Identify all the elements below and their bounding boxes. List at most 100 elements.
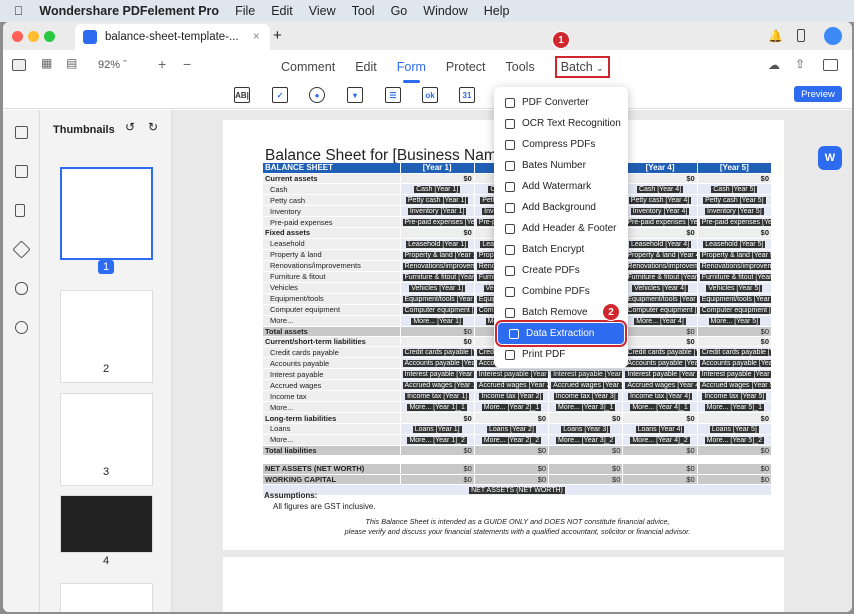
- dropdown-icon[interactable]: ▾: [347, 87, 363, 103]
- form-field[interactable]: More... [Year 2]_2: [481, 436, 542, 444]
- form-field[interactable]: More... [Year 4]: [634, 317, 686, 325]
- form-field[interactable]: More... [Year 4]_1: [630, 404, 690, 412]
- zoom-window-button[interactable]: [44, 31, 55, 42]
- menu-item-ocr-text-recognition[interactable]: OCR Text Recognition: [494, 113, 628, 134]
- form-field[interactable]: Accounts payable [Year 4]: [625, 360, 697, 368]
- menu-go[interactable]: Go: [391, 4, 408, 18]
- form-field[interactable]: More... [Year 2]_1: [481, 404, 542, 412]
- document-tab[interactable]: balance-sheet-template-... ×: [75, 24, 270, 50]
- form-field[interactable]: Accrued wages [Year 4]: [625, 382, 697, 390]
- thumbnail-page-5[interactable]: [60, 583, 153, 612]
- form-field[interactable]: Furniture & fitout [Year 4]: [625, 273, 697, 281]
- apple-icon[interactable]: : [14, 4, 23, 18]
- form-field[interactable]: Accrued wages [Year 5]: [699, 382, 771, 390]
- avatar[interactable]: [824, 27, 842, 45]
- thumbnail-page-4[interactable]: [60, 495, 153, 553]
- menu-item-batch-encrypt[interactable]: Batch Encrypt: [494, 239, 628, 260]
- share-icon[interactable]: ⇧: [795, 57, 805, 71]
- form-field[interactable]: More... [Year 5]_1: [704, 404, 765, 412]
- form-field[interactable]: Credit cards payable [Year 5]: [699, 349, 771, 357]
- form-field[interactable]: Income tax [Year 5]: [702, 393, 767, 401]
- form-field[interactable]: Income tax [Year 3]: [553, 393, 618, 401]
- phone-icon[interactable]: [797, 29, 805, 42]
- form-field[interactable]: Petty cash [Year 1]: [405, 197, 469, 205]
- form-field[interactable]: Interest payable [Year 3]: [551, 371, 622, 379]
- form-field[interactable]: Leasehold [Year 4]: [628, 240, 692, 248]
- form-field[interactable]: More... [Year 1]_1: [407, 404, 467, 412]
- form-field[interactable]: Interest payable [Year 5]: [699, 371, 771, 379]
- ai-assistant-icon[interactable]: W: [818, 146, 842, 170]
- checkbox-icon[interactable]: ✓: [272, 87, 288, 103]
- menu-item-add-background[interactable]: Add Background: [494, 197, 628, 218]
- menu-edit[interactable]: Edit: [271, 4, 293, 18]
- layers-icon[interactable]: [12, 240, 31, 259]
- form-field[interactable]: Computer equipment [Year 1]: [402, 306, 474, 314]
- close-window-button[interactable]: [12, 31, 23, 42]
- form-field[interactable]: Property & land [Year 5]: [699, 251, 771, 259]
- menu-view[interactable]: View: [309, 4, 336, 18]
- form-field-net-assets[interactable]: NET ASSETS (NET WORTH): [469, 487, 565, 495]
- right-panel-icon[interactable]: [823, 59, 838, 71]
- new-tab-button[interactable]: +: [273, 27, 282, 44]
- form-field[interactable]: Income tax [Year 4]: [628, 393, 693, 401]
- form-field[interactable]: Interest payable [Year 1]: [402, 371, 474, 379]
- form-field[interactable]: Leasehold [Year 1]: [406, 240, 469, 248]
- form-field[interactable]: Interest payable [Year 4]: [625, 371, 697, 379]
- form-field[interactable]: More... [Year 5]_2: [704, 436, 765, 444]
- comment-icon[interactable]: [15, 165, 28, 178]
- form-field[interactable]: Cash [Year 5]: [711, 186, 758, 194]
- form-field[interactable]: Petty cash [Year 4]: [628, 197, 692, 205]
- menu-item-combine-pdfs[interactable]: Combine PDFs: [494, 281, 628, 302]
- form-field[interactable]: Inventory [Year 4]: [630, 208, 690, 216]
- form-field[interactable]: More... [Year 4]_2: [630, 436, 690, 444]
- form-field[interactable]: More... [Year 3]_2: [556, 436, 616, 444]
- form-field[interactable]: Credit cards payable [Year 1]: [402, 349, 474, 357]
- form-field[interactable]: Property & land [Year 1]: [402, 251, 474, 259]
- form-field[interactable]: Inventory [Year 1]: [407, 208, 467, 216]
- thumbnail-page-1[interactable]: [60, 167, 153, 260]
- text-field-icon[interactable]: AB|: [234, 87, 250, 103]
- form-field[interactable]: Interest payable [Year 2]: [476, 371, 548, 379]
- form-field[interactable]: Accrued wages [Year 1]: [402, 382, 474, 390]
- menu-window[interactable]: Window: [423, 4, 467, 18]
- form-field[interactable]: Vehicles [Year 1]: [409, 284, 466, 292]
- form-field[interactable]: More... [Year 1]: [411, 317, 463, 325]
- form-field[interactable]: Vehicles [Year 4]: [632, 284, 688, 292]
- form-field[interactable]: Cash [Year 4]: [636, 186, 684, 194]
- page-icon[interactable]: [15, 126, 28, 139]
- form-field[interactable]: Loans [Year 3]: [561, 425, 611, 433]
- form-field[interactable]: Equipment/tools [Year 5]: [699, 295, 771, 303]
- form-field[interactable]: Accounts payable [Year 1]: [402, 360, 474, 368]
- form-field[interactable]: Loans [Year 5]: [709, 425, 759, 433]
- tab-batch[interactable]: Batch ⌄: [554, 56, 610, 78]
- zoom-in-button[interactable]: +: [158, 56, 166, 72]
- form-field[interactable]: Accrued wages [Year 2]: [476, 382, 548, 390]
- rotate-right-icon[interactable]: ↻: [148, 120, 158, 134]
- sidebar-toggle-icon[interactable]: [12, 59, 26, 71]
- tab-comment[interactable]: Comment: [281, 60, 335, 78]
- form-field[interactable]: Leasehold [Year 5]: [703, 240, 766, 248]
- form-field[interactable]: Equipment/tools [Year 1]: [402, 295, 474, 303]
- menu-item-compress-pdfs[interactable]: Compress PDFs: [494, 134, 628, 155]
- rotate-left-icon[interactable]: ↺: [125, 120, 135, 134]
- bookmark-icon[interactable]: [15, 204, 25, 217]
- list-box-icon[interactable]: ☰: [385, 87, 401, 103]
- form-field[interactable]: Credit cards payable [Year 4]: [625, 349, 697, 357]
- form-field[interactable]: Inventory [Year 5]: [705, 208, 764, 216]
- form-field[interactable]: Cash [Year 1]: [414, 186, 461, 194]
- menu-item-print-pdf[interactable]: Print PDF: [494, 344, 628, 365]
- form-field[interactable]: Income tax [Year 1]: [405, 393, 470, 401]
- form-field[interactable]: More... [Year 3]_1: [556, 404, 616, 412]
- form-field[interactable]: Equipment/tools [Year 4]: [625, 295, 697, 303]
- bell-icon[interactable]: 🔔: [768, 29, 783, 43]
- form-field[interactable]: Loans [Year 4]: [635, 425, 685, 433]
- date-field-icon[interactable]: 31: [459, 87, 475, 103]
- menu-item-add-header-footer[interactable]: Add Header & Footer: [494, 218, 628, 239]
- page-view-icon[interactable]: ▤: [66, 56, 77, 70]
- form-field[interactable]: Furniture & fitout [Year 5]: [699, 273, 771, 281]
- menu-item-bates-number[interactable]: Bates Number: [494, 155, 628, 176]
- form-field[interactable]: Accrued wages [Year 3]: [551, 382, 622, 390]
- form-field[interactable]: Furniture & fitout [Year 1]: [402, 273, 474, 281]
- radio-button-icon[interactable]: ●: [309, 87, 325, 103]
- minimize-window-button[interactable]: [28, 31, 39, 42]
